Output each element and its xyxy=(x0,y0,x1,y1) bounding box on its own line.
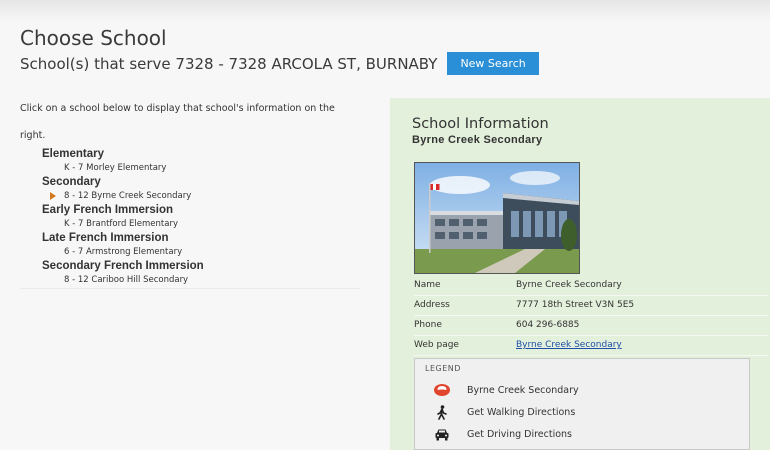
info-school-name: Byrne Creek Secondary xyxy=(412,134,543,146)
detail-value: Byrne Creek Secondary xyxy=(516,336,622,355)
detail-value: 604 296-6885 xyxy=(516,320,580,330)
serve-line: School(s) that serve 7328 - 7328 ARCOLA … xyxy=(20,52,539,75)
category-early-french-immersion: Early French Immersion xyxy=(42,204,174,216)
detail-row-address: Address 7777 18th Street V3N 5E5 xyxy=(414,296,768,316)
category-elementary: Elementary xyxy=(42,148,105,160)
list-divider xyxy=(20,288,360,289)
school-photo xyxy=(414,162,580,274)
detail-label: Web page xyxy=(414,340,459,350)
instructions-text: Click on a school below to display that … xyxy=(20,103,335,141)
school-web-link[interactable]: Byrne Creek Secondary xyxy=(516,340,622,350)
category-late-french-immersion: Late French Immersion xyxy=(42,232,169,244)
school-item-brantford[interactable]: K - 7 Brantford Elementary xyxy=(42,217,204,231)
selected-arrow-icon xyxy=(50,192,56,200)
detail-row-name: Name Byrne Creek Secondary xyxy=(414,276,768,296)
category-secondary: Secondary xyxy=(42,176,101,188)
school-item-label: 8 - 12 Cariboo Hill Secondary xyxy=(64,275,189,285)
school-item-label: K - 7 Brantford Elementary xyxy=(64,219,178,229)
serve-text: School(s) that serve 7328 - 7328 ARCOLA … xyxy=(20,54,438,73)
legend-box: LEGEND Byrne Creek Secondary Get Walking… xyxy=(414,358,750,450)
school-item-armstrong[interactable]: 6 - 7 Armstrong Elementary xyxy=(42,245,204,259)
page-title: Choose School xyxy=(20,26,167,50)
detail-label: Name xyxy=(414,280,441,290)
legend-driving-label: Get Driving Directions xyxy=(467,428,573,440)
school-item-label: K - 7 Morley Elementary xyxy=(64,163,167,173)
school-details: Name Byrne Creek Secondary Address 7777 … xyxy=(414,276,768,356)
school-item-morley[interactable]: K - 7 Morley Elementary xyxy=(42,161,204,175)
school-item-label: 6 - 7 Armstrong Elementary xyxy=(64,247,183,257)
detail-row-phone: Phone 604 296-6885 xyxy=(414,316,768,336)
detail-value: Byrne Creek Secondary xyxy=(516,280,622,290)
school-item-label: 8 - 12 Byrne Creek Secondary xyxy=(64,191,192,201)
school-list: Elementary K - 7 Morley Elementary Secon… xyxy=(42,147,204,287)
info-title: School Information xyxy=(412,116,549,132)
legend-driving-directions[interactable]: Get Driving Directions xyxy=(431,425,572,443)
walking-person-icon xyxy=(431,403,453,421)
category-secondary-french-immersion: Secondary French Immersion xyxy=(42,260,204,272)
legend-school[interactable]: Byrne Creek Secondary xyxy=(431,381,579,399)
legend-walking-directions[interactable]: Get Walking Directions xyxy=(431,403,575,421)
school-item-cariboo-hill[interactable]: 8 - 12 Cariboo Hill Secondary xyxy=(42,273,204,287)
legend-title: LEGEND xyxy=(425,364,461,373)
legend-school-label: Byrne Creek Secondary xyxy=(467,384,579,396)
legend-walking-label: Get Walking Directions xyxy=(467,406,576,418)
top-gradient-bar xyxy=(0,0,770,22)
school-marker-icon xyxy=(431,381,453,399)
school-item-byrne-creek[interactable]: 8 - 12 Byrne Creek Secondary xyxy=(42,189,204,203)
car-icon xyxy=(431,425,453,443)
detail-row-web: Web page Byrne Creek Secondary xyxy=(414,336,768,356)
detail-value: 7777 18th Street V3N 5E5 xyxy=(516,300,635,310)
school-photo-image xyxy=(415,163,579,273)
detail-label: Phone xyxy=(414,320,442,330)
detail-label: Address xyxy=(414,300,450,310)
school-info-panel: School Information Byrne Creek Secondary xyxy=(390,98,770,450)
new-search-button[interactable]: New Search xyxy=(447,52,539,75)
